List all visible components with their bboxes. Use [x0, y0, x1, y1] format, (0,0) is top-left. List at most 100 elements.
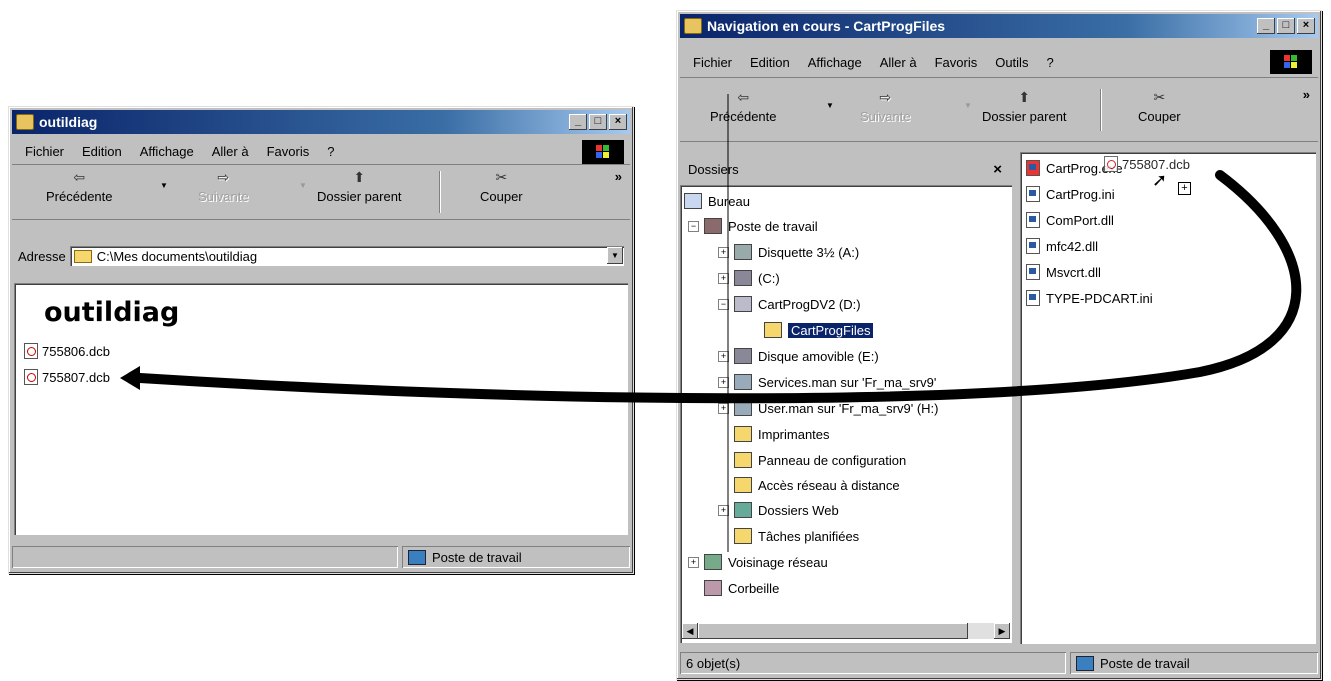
expand-toggle[interactable]: + [718, 273, 729, 284]
up-button[interactable]: ⬆ Dossier parent [982, 89, 1067, 124]
minimize-button[interactable]: _ [1257, 18, 1275, 34]
tree-item-dossiers-web[interactable]: Dossiers Web [734, 502, 839, 518]
minimize-button[interactable]: _ [569, 114, 587, 130]
forward-button[interactable]: ⇨ Suivante [860, 89, 911, 124]
maximize-button[interactable]: □ [1277, 18, 1295, 34]
scroll-left-button[interactable]: ◀ [682, 623, 698, 639]
toolbar-more[interactable]: » [615, 169, 622, 184]
collapse-toggle[interactable]: − [688, 221, 699, 232]
expand-toggle[interactable]: + [718, 351, 729, 362]
ini-file-icon [1026, 290, 1040, 306]
cut-button[interactable]: ✂ Couper [1138, 89, 1181, 124]
forward-dropdown-icon[interactable]: ▼ [964, 101, 972, 110]
right-toolbar: ⇦ Précédente ▼ ⇨ Suivante ▼ ⬆ Dossier pa… [680, 81, 1318, 142]
expand-toggle[interactable]: + [718, 403, 729, 414]
tree-item-disquette[interactable]: Disquette 3½ (A:) [734, 244, 859, 260]
left-explorer-window: outildiag _ □ × Fichier Edition Affichag… [8, 106, 634, 574]
tree-item-cartprogdv2[interactable]: CartProgDV2 (D:) [734, 296, 861, 312]
menu-affichage[interactable]: Affichage [131, 144, 203, 159]
toolbar-more[interactable]: » [1303, 87, 1310, 102]
menu-fichier[interactable]: Fichier [16, 144, 73, 159]
menu-aller-a[interactable]: Aller à [203, 144, 258, 159]
up-label: Dossier parent [317, 189, 402, 204]
tree-item-imprimantes[interactable]: Imprimantes [734, 426, 830, 442]
tree-item-taches-planifiees[interactable]: Tâches planifiées [734, 528, 859, 544]
tree-item-disque-amovible[interactable]: Disque amovible (E:) [734, 348, 879, 364]
menu-edition[interactable]: Edition [73, 144, 131, 159]
file-item[interactable]: 755806.dcb [24, 343, 110, 359]
tree-item-bureau[interactable]: Bureau [684, 193, 750, 209]
expand-toggle[interactable]: + [688, 557, 699, 568]
maximize-button[interactable]: □ [589, 114, 607, 130]
tree-item-poste-de-travail[interactable]: Poste de travail [704, 218, 818, 234]
right-status-bar: 6 objet(s) Poste de travail [680, 652, 1318, 676]
menu-help[interactable]: ? [318, 144, 343, 159]
tree-label: Dossiers Web [758, 502, 839, 518]
menu-affichage[interactable]: Affichage [799, 55, 871, 70]
file-item[interactable]: ComPort.dll [1026, 212, 1114, 228]
back-dropdown-icon[interactable]: ▼ [826, 101, 834, 110]
tree-item-cartprogfiles[interactable]: CartProgFiles [764, 322, 874, 338]
file-item[interactable]: TYPE-PDCART.ini [1026, 290, 1153, 306]
cut-label: Couper [480, 189, 523, 204]
back-button[interactable]: ⇦ Précédente [710, 89, 777, 124]
left-window-title: outildiag [39, 114, 98, 130]
exe-file-icon [1026, 160, 1040, 176]
expand-toggle[interactable]: + [718, 377, 729, 388]
menu-help[interactable]: ? [1037, 55, 1062, 70]
left-title-bar[interactable]: outildiag _ □ × [12, 110, 630, 134]
scheduled-tasks-icon [734, 528, 752, 544]
menu-fichier[interactable]: Fichier [684, 55, 741, 70]
back-label: Précédente [710, 109, 777, 124]
dialup-folder-icon [734, 477, 752, 493]
status-cell-location: Poste de travail [1070, 652, 1318, 674]
file-item[interactable]: mfc42.dll [1026, 238, 1098, 254]
tree-item-user-man[interactable]: User.man sur 'Fr_ma_srv9' (H:) [734, 400, 939, 416]
close-folders-pane-button[interactable]: × [993, 161, 1002, 178]
expand-toggle[interactable]: + [718, 505, 729, 516]
file-item[interactable]: 755807.dcb [24, 369, 110, 385]
scroll-thumb[interactable] [698, 623, 968, 639]
folders-pane: Dossiers × Bureau − Poste de travail + D… [680, 155, 1014, 645]
forward-dropdown-icon[interactable]: ▼ [299, 181, 307, 190]
menu-outils[interactable]: Outils [986, 55, 1037, 70]
status-location-text: Poste de travail [1100, 655, 1190, 671]
address-input[interactable]: C:\Mes documents\outildiag ▼ [69, 246, 624, 266]
menu-favoris[interactable]: Favoris [926, 55, 987, 70]
expand-toggle[interactable]: + [718, 247, 729, 258]
menu-favoris[interactable]: Favoris [258, 144, 319, 159]
right-file-pane: CartProg.exe CartProg.ini ComPort.dll mf… [1020, 152, 1316, 644]
menu-edition[interactable]: Edition [741, 55, 799, 70]
tree-item-corbeille[interactable]: Corbeille [704, 580, 779, 596]
tree-label: Imprimantes [758, 426, 830, 442]
tree-item-voisinage-reseau[interactable]: Voisinage réseau [704, 554, 828, 570]
tree-item-acces-reseau[interactable]: Accès réseau à distance [734, 477, 900, 493]
back-button[interactable]: ⇦ Précédente [46, 169, 113, 204]
tree-item-panneau-config[interactable]: Panneau de configuration [734, 452, 906, 468]
printers-folder-icon [734, 426, 752, 442]
scroll-right-button[interactable]: ▶ [994, 623, 1010, 639]
tree-item-services-man[interactable]: Services.man sur 'Fr_ma_srv9' [734, 374, 936, 390]
close-button[interactable]: × [1297, 18, 1315, 34]
file-item[interactable]: Msvcrt.dll [1026, 264, 1101, 280]
up-button[interactable]: ⬆ Dossier parent [317, 169, 402, 204]
back-dropdown-icon[interactable]: ▼ [160, 181, 168, 190]
cut-button[interactable]: ✂ Couper [480, 169, 523, 204]
cd-drive-icon [734, 296, 752, 312]
menu-aller-a[interactable]: Aller à [871, 55, 926, 70]
status-cell-count: 6 objet(s) [680, 652, 1066, 674]
tree-label-selected: CartProgFiles [788, 322, 874, 338]
file-item[interactable]: CartProg.ini [1026, 186, 1115, 202]
forward-button[interactable]: ⇨ Suivante [198, 169, 249, 204]
file-name: 755806.dcb [42, 343, 110, 359]
left-toolbar: ⇦ Précédente ▼ ⇨ Suivante ▼ ⬆ Dossier pa… [12, 165, 630, 220]
close-button[interactable]: × [609, 114, 627, 130]
tree-item-c-drive[interactable]: (C:) [734, 270, 780, 286]
folders-pane-title: Dossiers [688, 161, 739, 177]
folder-up-icon: ⬆ [353, 169, 366, 185]
address-dropdown-button[interactable]: ▼ [607, 247, 623, 264]
horizontal-scrollbar[interactable]: ◀ ▶ [682, 623, 1010, 639]
tree-label: User.man sur 'Fr_ma_srv9' (H:) [758, 400, 939, 416]
collapse-toggle[interactable]: − [718, 299, 729, 310]
right-title-bar[interactable]: Navigation en cours - CartProgFiles _ □ … [680, 14, 1318, 38]
